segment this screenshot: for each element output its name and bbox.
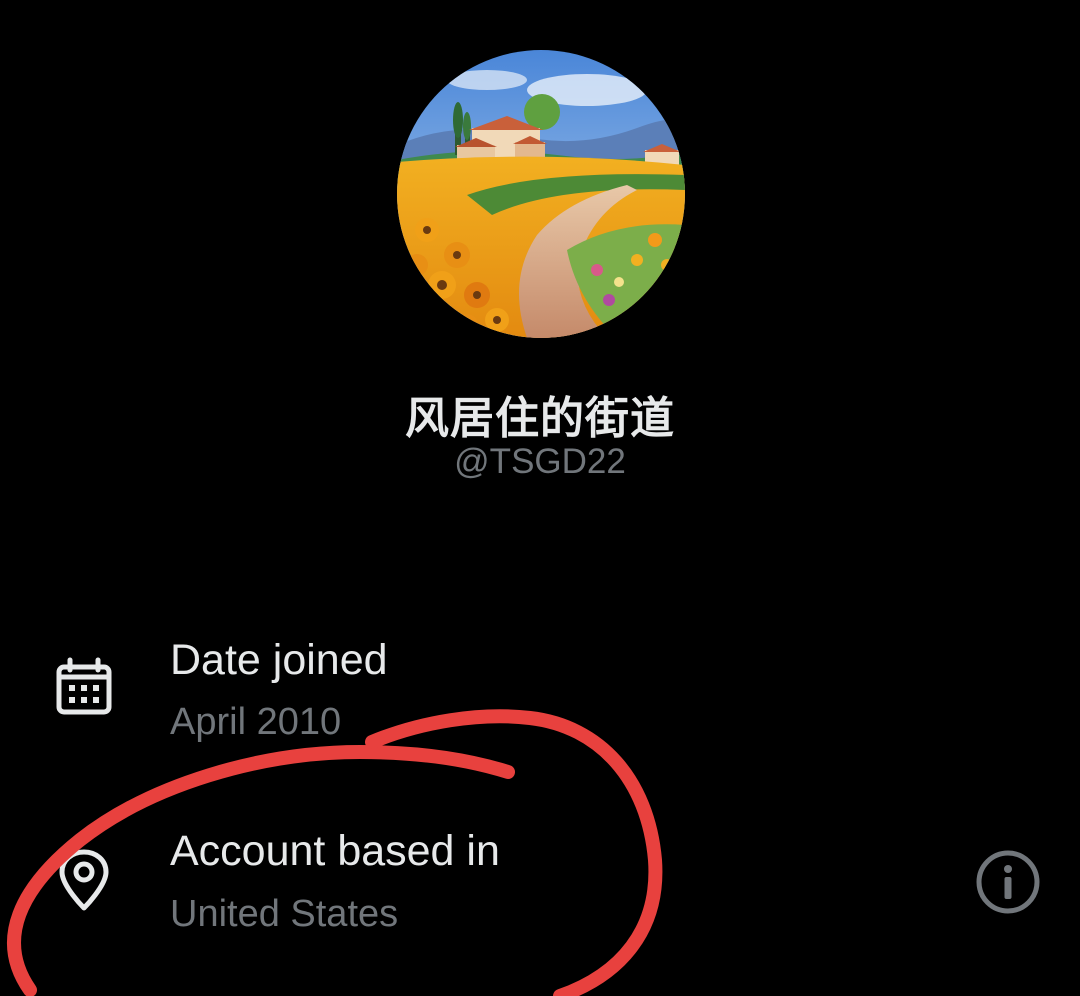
- account-based-in-value: United States: [170, 893, 399, 935]
- date-joined-value: April 2010: [170, 701, 342, 743]
- account-based-in-label: Account based in: [170, 827, 500, 875]
- info-icon[interactable]: [974, 848, 1042, 916]
- display-name: 风居住的街道: [405, 393, 675, 444]
- profile-avatar[interactable]: [397, 50, 685, 338]
- calendar-icon: [52, 655, 116, 719]
- location-pin-icon: [52, 848, 116, 912]
- date-joined-label: Date joined: [170, 636, 388, 684]
- user-handle: @TSGD22: [454, 442, 626, 481]
